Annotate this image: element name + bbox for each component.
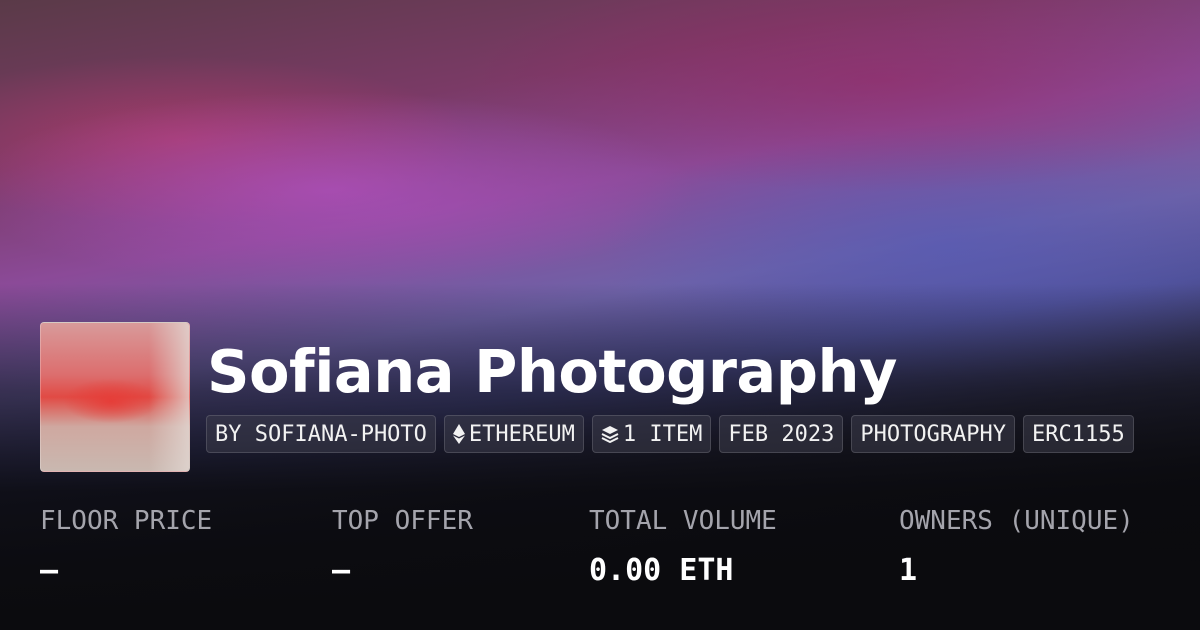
created-date-tag: FEB 2023 (719, 415, 844, 453)
chain-tag-label: ETHEREUM (468, 421, 575, 447)
collection-title: Sofiana Photography (207, 337, 897, 406)
ethereum-icon (452, 424, 465, 444)
top-offer-stat: TOP OFFER — (332, 505, 473, 589)
stat-label: FLOOR PRICE (40, 506, 213, 536)
category-tag-label: PHOTOGRAPHY (860, 421, 1007, 447)
floor-price-stat: FLOOR PRICE — (40, 505, 212, 589)
chain-tag: ETHEREUM (443, 415, 584, 453)
item-count-label: 1 ITEM (622, 421, 703, 447)
stat-label: OWNERS (UNIQUE) (899, 506, 1134, 536)
creator-tag[interactable]: BY SOFIANA-PHOTO (206, 415, 436, 453)
stat-label: TOP OFFER (332, 506, 473, 536)
token-standard-label: ERC1155 (1032, 421, 1125, 447)
category-tag[interactable]: PHOTOGRAPHY (851, 415, 1016, 453)
stat-value: 1 (899, 553, 918, 588)
creator-tag-label: BY SOFIANA-PHOTO (215, 421, 427, 447)
token-standard-tag: ERC1155 (1023, 415, 1134, 453)
created-date-label: FEB 2023 (728, 421, 835, 447)
stat-value: — (332, 553, 351, 588)
layers-icon (601, 425, 619, 443)
collection-tags: BY SOFIANA-PHOTO ETHEREUM 1 ITEM FEB 202… (206, 415, 1134, 453)
collection-avatar[interactable] (40, 322, 190, 472)
collection-stats: FLOOR PRICE — TOP OFFER — TOTAL VOLUME 0… (0, 505, 1200, 605)
total-volume-stat: TOTAL VOLUME 0.00 ETH (589, 505, 777, 589)
owners-stat: OWNERS (UNIQUE) 1 (899, 505, 1134, 589)
item-count-tag: 1 ITEM (591, 415, 712, 453)
stat-label: TOTAL VOLUME (589, 506, 777, 536)
stat-value: 0.00 ETH (589, 553, 734, 588)
stat-value: — (40, 553, 59, 588)
